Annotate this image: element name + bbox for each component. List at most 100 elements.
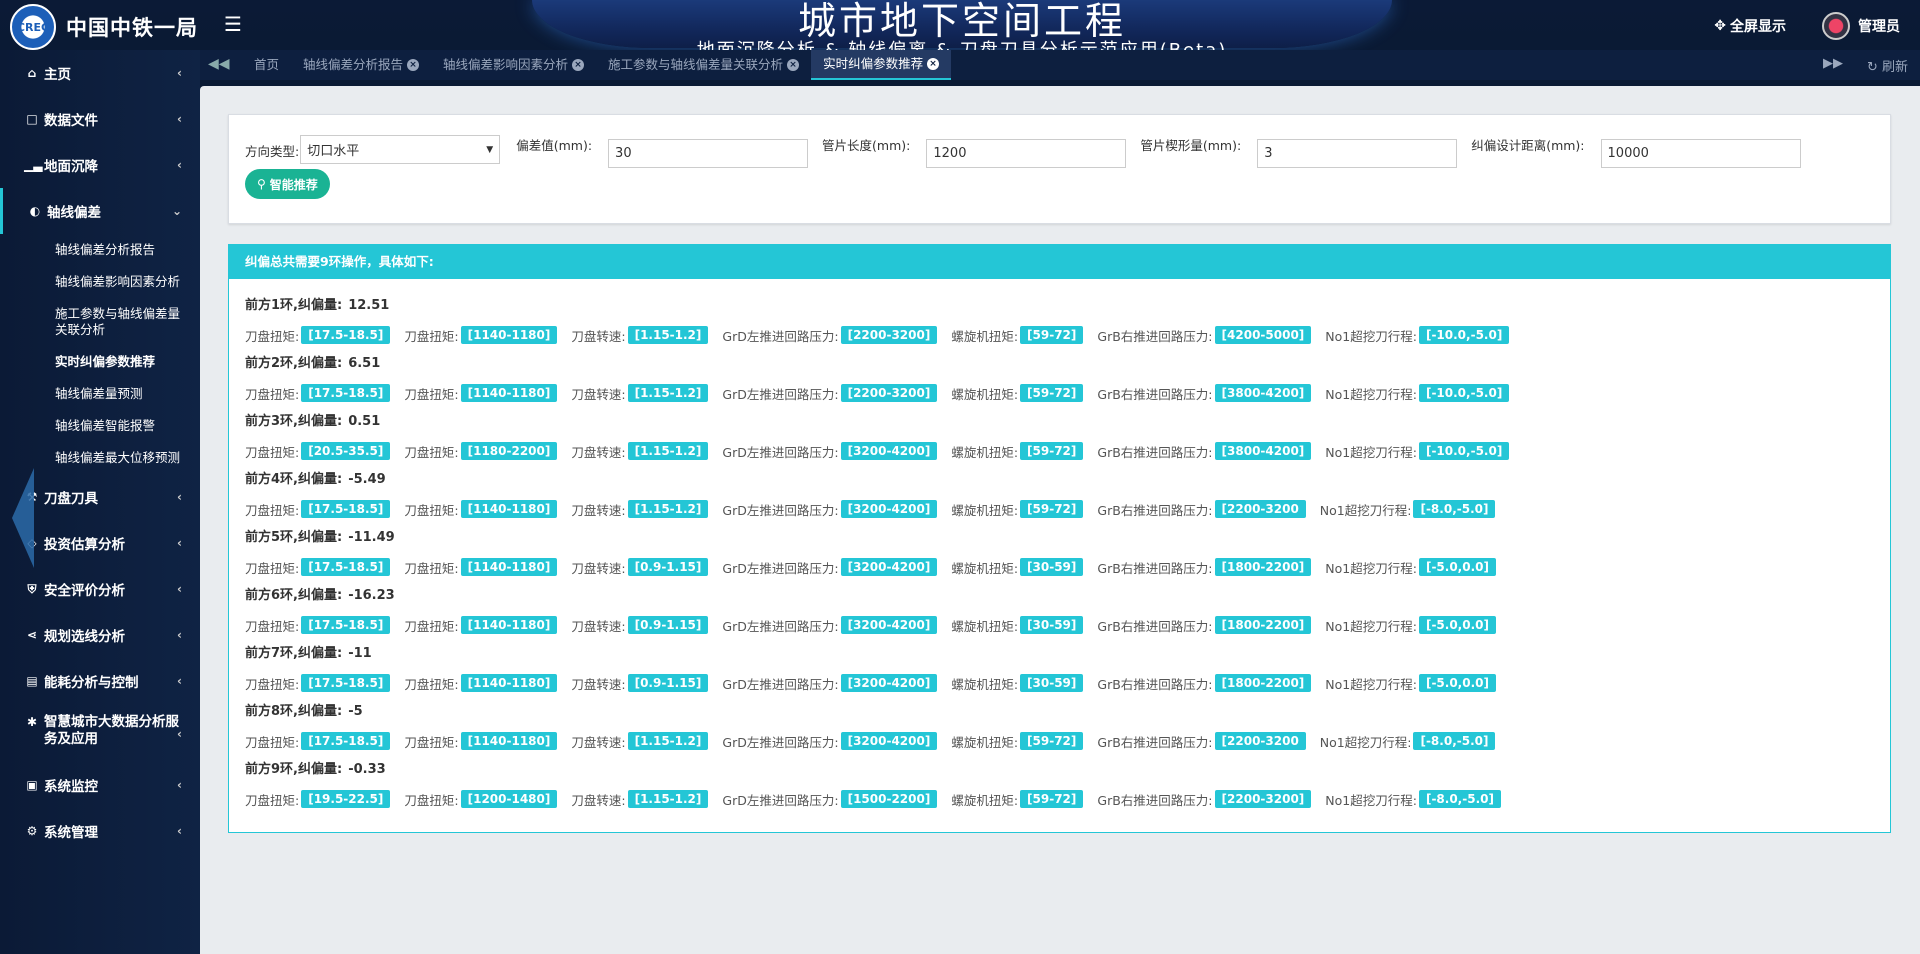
direction-select[interactable]: 切口水平 ▼ xyxy=(300,135,501,164)
param-item: 螺旋机扭矩: [59-72] xyxy=(951,326,1084,345)
direction-field: 方向类型: 切口水平 ▼ xyxy=(245,129,501,164)
result-panel: 纠偏总共需要9环操作，具体如下: 前方1环,纠偏量: 12.51 刀盘扭矩: [17.… xyxy=(228,244,1891,833)
user-menu[interactable]: 管理员 xyxy=(1822,12,1900,40)
sidebar-item-home[interactable]: ⌂ 主页 ‹ xyxy=(0,50,200,96)
wedge-input[interactable]: 3 xyxy=(1257,139,1458,168)
tab-bar: ◀◀ 首页 轴线偏差分析报告 × 轴线偏差影响因素分析 × 施工参数与轴线偏差量… xyxy=(200,50,1920,80)
param-range-badge: [2200-3200] xyxy=(840,326,938,344)
deviation-input[interactable]: 30 xyxy=(608,139,809,168)
param-label: 刀盘扭矩: xyxy=(245,792,300,808)
refresh-button[interactable]: ↻ 刷新 xyxy=(1867,56,1908,75)
param-label: 刀盘扭矩: xyxy=(404,502,459,518)
param-label: 螺旋机扭矩: xyxy=(951,792,1019,808)
chevron-left-icon: ‹ xyxy=(177,727,182,741)
asterisk-icon: ✱ xyxy=(26,715,38,729)
param-label: 刀盘扭矩: xyxy=(404,328,459,344)
tab-deviation-report[interactable]: 轴线偏差分析报告 × xyxy=(291,50,431,80)
fullscreen-label: 全屏显示 xyxy=(1730,19,1786,35)
tab-realtime-recommend[interactable]: 实时纠偏参数推荐 × xyxy=(811,50,952,80)
param-item: 螺旋机扭矩: [59-72] xyxy=(951,500,1084,519)
sidebar-item-route[interactable]: ⋖ 规划选线分析 ‹ xyxy=(0,612,200,658)
tab-home[interactable]: 首页 xyxy=(242,50,291,80)
param-item: No1超挖刀行程: [-8.0,-5.0] xyxy=(1325,790,1501,809)
close-icon[interactable]: × xyxy=(927,58,940,70)
ring-title: 前方6环,纠偏量: -16.23 xyxy=(245,585,1890,607)
segment-length-input[interactable]: 1200 xyxy=(926,139,1127,168)
param-range-badge: [59-72] xyxy=(1020,790,1084,808)
param-label: 刀盘扭矩: xyxy=(245,386,300,402)
sidebar-subitem-active[interactable]: 实时纠偏参数推荐 xyxy=(0,346,200,378)
param-item: 螺旋机扭矩: [59-72] xyxy=(951,790,1084,809)
param-label: No1超挖刀行程: xyxy=(1325,444,1417,460)
param-label: GrD左推进回路压力: xyxy=(722,734,839,750)
close-icon[interactable]: × xyxy=(407,59,420,71)
sidebar-subitem[interactable]: 轴线偏差智能报警 xyxy=(0,410,200,442)
ring-correction-value: -5 xyxy=(348,704,363,719)
tab-param-correlation[interactable]: 施工参数与轴线偏差量关联分析 × xyxy=(596,50,811,80)
sidebar-item-label: 轴线偏差 xyxy=(47,205,101,221)
sidebar-subitem[interactable]: 施工参数与轴线偏差量关联分析 xyxy=(0,298,200,346)
close-icon[interactable]: × xyxy=(787,59,800,71)
ring-title-label: 前方7环,纠偏量: xyxy=(245,646,343,661)
param-item: 刀盘转速: [0.9-1.15] xyxy=(571,616,709,635)
param-range-badge: [17.5-18.5] xyxy=(301,326,391,344)
sidebar-subitem[interactable]: 轴线偏差量预测 xyxy=(0,378,200,410)
param-item: 刀盘扭矩: [1140-1180] xyxy=(404,558,558,577)
sidebar-item-energy[interactable]: ▤ 能耗分析与控制 ‹ xyxy=(0,658,200,704)
param-range-badge: [17.5-18.5] xyxy=(301,674,391,692)
tab-scroll-right-icon[interactable]: ▶▶ xyxy=(1823,56,1843,75)
sidebar-subitem[interactable]: 轴线偏差影响因素分析 xyxy=(0,266,200,298)
close-icon[interactable]: × xyxy=(572,59,585,71)
param-item: 刀盘转速: [0.9-1.15] xyxy=(571,674,709,693)
tab-label: 轴线偏差影响因素分析 xyxy=(443,57,569,72)
avatar xyxy=(1822,12,1850,40)
design-distance-input[interactable]: 10000 xyxy=(1600,139,1801,168)
param-label: 刀盘扭矩: xyxy=(245,734,300,750)
param-label: 刀盘转速: xyxy=(571,444,626,460)
param-item: No1超挖刀行程: [-10.0,-5.0] xyxy=(1325,384,1510,403)
param-label: No1超挖刀行程: xyxy=(1325,560,1417,576)
logo: CREC 中国中铁一局 xyxy=(10,4,198,50)
param-range-badge: [3200-4200] xyxy=(840,616,938,634)
sidebar-item-safety[interactable]: ⛨ 安全评价分析 ‹ xyxy=(0,566,200,612)
video-icon: ▣ xyxy=(26,778,38,792)
param-item: 刀盘转速: [1.15-1.2] xyxy=(571,326,709,345)
param-range-badge: [59-72] xyxy=(1020,326,1084,344)
param-item: 刀盘扭矩: [17.5-18.5] xyxy=(245,616,391,635)
refresh-label: 刷新 xyxy=(1881,60,1908,75)
param-label: GrB右推进回路压力: xyxy=(1097,734,1213,750)
sidebar-item-data-files[interactable]: □ 数据文件 ‹ xyxy=(0,96,200,142)
sidebar: ⌂ 主页 ‹ □ 数据文件 ‹ ▁▃ 地面沉降 ‹ ◐ 轴线偏差 ⌄ 轴线偏差分… xyxy=(0,50,200,954)
tab-scroll-left-icon[interactable]: ◀◀ xyxy=(208,56,230,72)
param-item: 刀盘扭矩: [1140-1180] xyxy=(404,500,558,519)
param-range-badge: [1140-1180] xyxy=(460,674,558,692)
ring-title: 前方1环,纠偏量: 12.51 xyxy=(245,295,1890,317)
ring-title-label: 前方9环,纠偏量: xyxy=(245,762,343,777)
sidebar-subitem[interactable]: 轴线偏差分析报告 xyxy=(0,234,200,266)
sidebar-item-system[interactable]: ⚙ 系统管理 ‹ xyxy=(0,808,200,854)
fullscreen-button[interactable]: ✥ 全屏显示 xyxy=(1714,16,1786,36)
bar-chart-icon: ▁▃ xyxy=(24,158,43,172)
sidebar-collapse-arrow-icon[interactable] xyxy=(12,468,34,568)
param-item: 螺旋机扭矩: [30-59] xyxy=(951,674,1084,693)
sidebar-item-settlement[interactable]: ▁▃ 地面沉降 ‹ xyxy=(0,142,200,188)
ring-title-label: 前方5环,纠偏量: xyxy=(245,530,343,545)
tab-deviation-factors[interactable]: 轴线偏差影响因素分析 × xyxy=(431,50,596,80)
sidebar-item-smart-city[interactable]: ✱ 智慧城市大数据分析服务及应用 ‹ xyxy=(0,704,200,762)
sidebar-item-monitor[interactable]: ▣ 系统监控 ‹ xyxy=(0,762,200,808)
param-range-badge: [1800-2200] xyxy=(1214,558,1312,576)
recommend-button[interactable]: ⚲ 智能推荐 xyxy=(245,169,330,199)
ring-title-label: 前方2环,纠偏量: xyxy=(245,356,343,371)
sidebar-item-axis-deviation[interactable]: ◐ 轴线偏差 ⌄ xyxy=(0,188,200,234)
param-item: 刀盘扭矩: [17.5-18.5] xyxy=(245,732,391,751)
param-range-badge: [1.15-1.2] xyxy=(627,500,709,518)
param-item: 刀盘扭矩: [17.5-18.5] xyxy=(245,500,391,519)
param-item: 刀盘转速: [1.15-1.2] xyxy=(571,790,709,809)
menu-toggle-icon[interactable]: ☰ xyxy=(224,12,242,36)
sidebar-item-label: 数据文件 xyxy=(44,113,98,129)
ring-title: 前方8环,纠偏量: -5 xyxy=(245,701,1890,723)
logo-badge-text: CREC xyxy=(16,20,50,34)
param-range-badge: [-8.0,-5.0] xyxy=(1413,732,1496,750)
param-range-badge: [-5.0,0.0] xyxy=(1418,558,1496,576)
param-label: GrB右推进回路压力: xyxy=(1097,328,1213,344)
